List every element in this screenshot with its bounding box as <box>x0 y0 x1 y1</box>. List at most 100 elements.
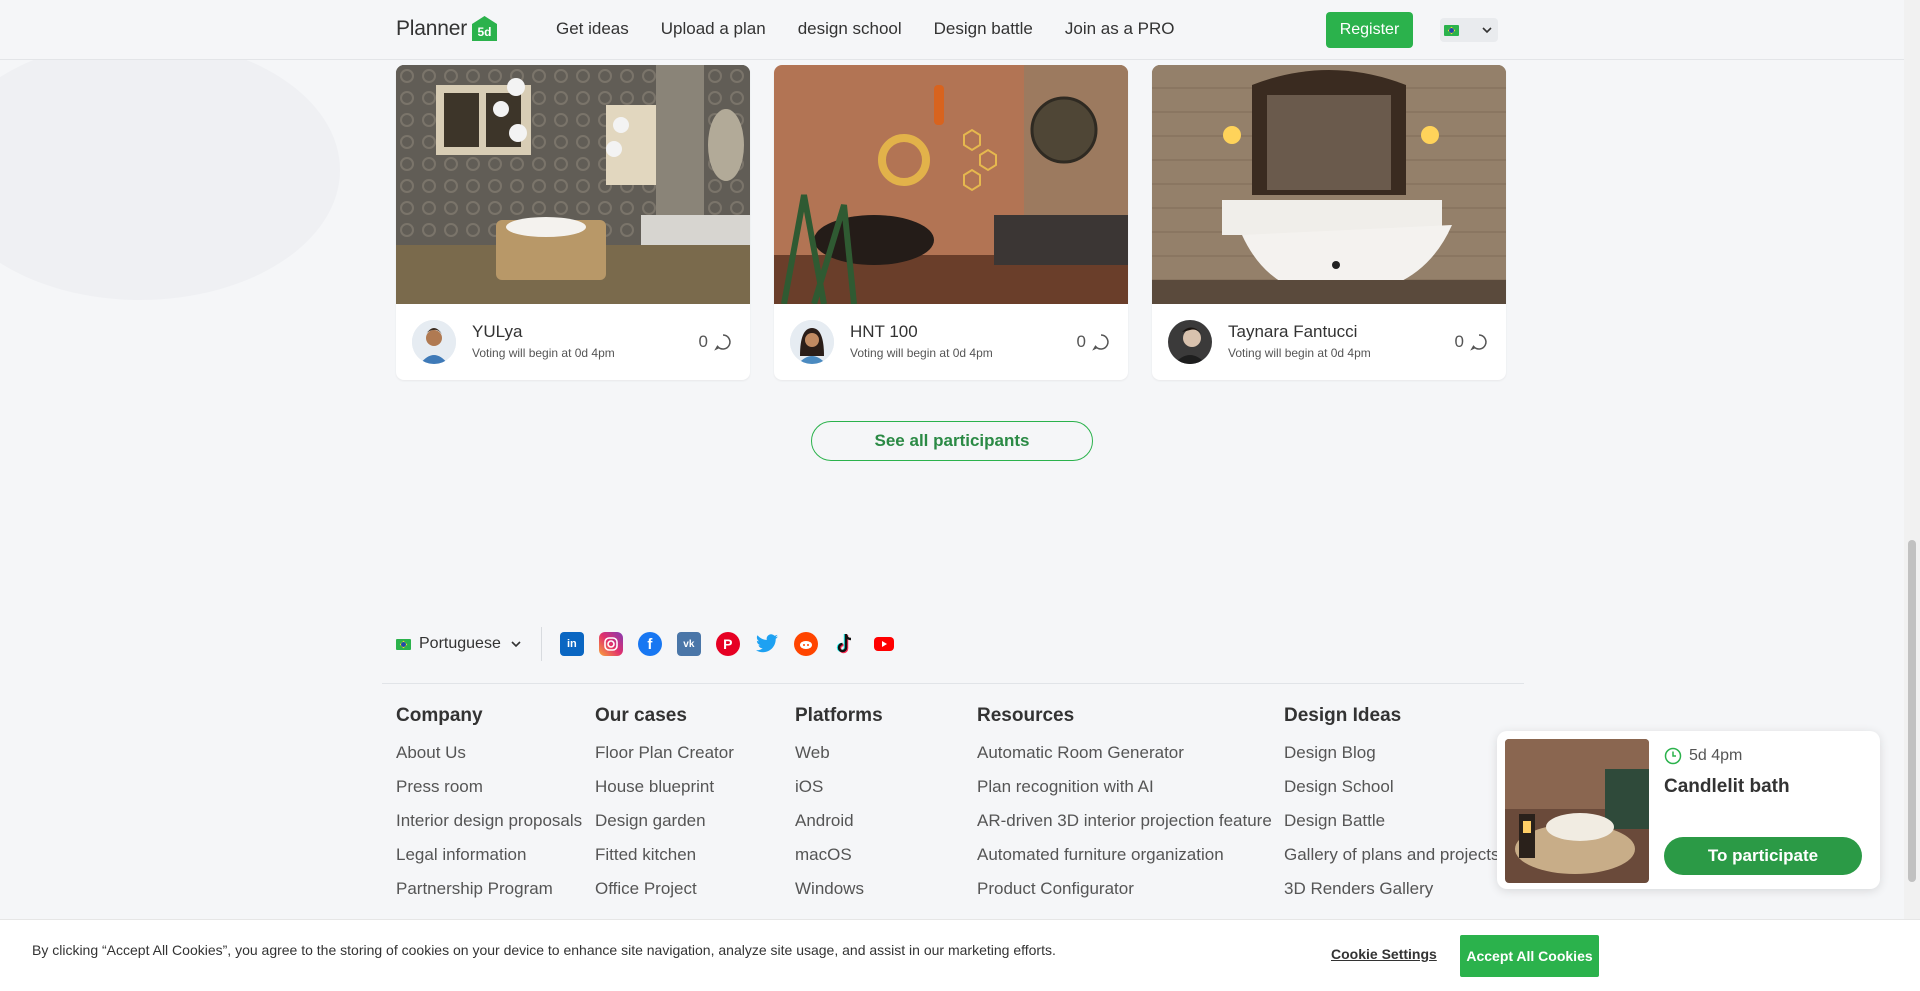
clock-icon <box>1664 747 1682 765</box>
instagram-icon[interactable] <box>598 632 623 656</box>
footer-top: Portuguese in f vk P <box>396 627 896 661</box>
language-switcher[interactable] <box>1440 18 1498 42</box>
logo-mark-icon: 5d <box>470 14 499 43</box>
footer-link[interactable]: Office Project <box>595 879 734 899</box>
voting-note: Voting will begin at 0d 4pm <box>472 346 615 360</box>
main-nav: Get ideas Upload a plan design school De… <box>556 19 1175 39</box>
divider <box>540 627 542 661</box>
to-participate-button[interactable]: To participate <box>1664 837 1862 875</box>
author-name[interactable]: HNT 100 <box>850 322 918 342</box>
battle-time: 5d 4pm <box>1689 747 1743 764</box>
footer-link[interactable]: Android <box>795 811 883 831</box>
chevron-down-icon <box>511 641 521 648</box>
footer-link[interactable]: Floor Plan Creator <box>595 743 734 763</box>
reddit-icon[interactable] <box>793 632 818 656</box>
site-header: Planner 5d Get ideas Upload a plan desig… <box>0 0 1904 60</box>
footer-link[interactable]: Design garden <box>595 811 734 831</box>
footer-link[interactable]: Plan recognition with AI <box>977 777 1272 797</box>
see-all-participants-button[interactable]: See all participants <box>811 421 1093 461</box>
avatar[interactable] <box>1168 320 1212 364</box>
svg-text:5d: 5d <box>477 25 491 39</box>
voting-note: Voting will begin at 0d 4pm <box>1228 346 1371 360</box>
footer-column-title: Design Ideas <box>1284 705 1402 726</box>
footer-link[interactable]: 3D Renders Gallery <box>1284 879 1499 899</box>
logo-text: Planner <box>396 16 467 40</box>
comment-icon <box>1470 334 1487 351</box>
register-button[interactable]: Register <box>1326 12 1413 48</box>
footer-link[interactable]: Design Battle <box>1284 811 1499 831</box>
footer-link[interactable]: Gallery of plans and projects <box>1284 845 1499 865</box>
render-image[interactable] <box>1152 65 1506 304</box>
participant-card[interactable]: Taynara Fantucci Voting will begin at 0d… <box>1152 65 1506 380</box>
nav-join-pro[interactable]: Join as a PRO <box>1065 19 1175 39</box>
card-footer: HNT 100 Voting will begin at 0d 4pm 0 <box>774 304 1128 380</box>
language-select[interactable]: Portuguese <box>396 635 523 653</box>
battle-deadline: 5d 4pm <box>1664 747 1742 765</box>
comment-icon <box>1092 334 1109 351</box>
scrollbar[interactable] <box>1904 0 1920 991</box>
accept-all-cookies-button[interactable]: Accept All Cookies <box>1460 935 1599 977</box>
render-image[interactable] <box>396 65 750 304</box>
footer-link[interactable]: Design Blog <box>1284 743 1499 763</box>
footer-column-title: Resources <box>977 705 1075 726</box>
footer-link[interactable]: AR-driven 3D interior projection feature <box>977 811 1272 831</box>
cookie-text: By clicking “Accept All Cookies”, you ag… <box>32 942 1056 958</box>
tiktok-icon[interactable] <box>833 632 857 656</box>
battle-image[interactable] <box>1505 739 1649 883</box>
footer-link[interactable]: Fitted kitchen <box>595 845 734 865</box>
facebook-icon[interactable]: f <box>637 632 662 656</box>
footer-link[interactable]: iOS <box>795 777 883 797</box>
scrollbar-thumb[interactable] <box>1908 540 1916 882</box>
nav-design-school[interactable]: design school <box>798 19 902 39</box>
footer-column-resources: Resources Automatic Room Generator Plan … <box>977 705 1272 913</box>
render-image[interactable] <box>774 65 1128 304</box>
participant-card[interactable]: YULya Voting will begin at 0d 4pm 0 <box>396 65 750 380</box>
voting-note: Voting will begin at 0d 4pm <box>850 346 993 360</box>
footer-link[interactable]: House blueprint <box>595 777 734 797</box>
footer-link[interactable]: Web <box>795 743 883 763</box>
chevron-down-icon <box>1482 27 1492 34</box>
footer-link[interactable]: Automated furniture organization <box>977 845 1272 865</box>
footer-divider <box>382 683 1524 684</box>
footer-link[interactable]: About Us <box>396 743 582 763</box>
youtube-icon[interactable] <box>872 632 896 656</box>
comments-count[interactable]: 0 <box>699 332 732 352</box>
footer-column-company: Company About Us Press room Interior des… <box>396 705 582 913</box>
footer-link[interactable]: Product Configurator <box>977 879 1272 899</box>
nav-design-battle[interactable]: Design battle <box>934 19 1033 39</box>
design-battle-popup: 5d 4pm Candlelit bath To participate <box>1497 731 1880 889</box>
footer-link[interactable]: Partnership Program <box>396 879 582 899</box>
linkedin-icon[interactable]: in <box>559 632 584 656</box>
participant-card[interactable]: HNT 100 Voting will begin at 0d 4pm 0 <box>774 65 1128 380</box>
comment-count-value: 0 <box>1076 332 1086 351</box>
footer-link[interactable]: Windows <box>795 879 883 899</box>
footer-link[interactable]: Legal information <box>396 845 582 865</box>
twitter-icon[interactable] <box>755 632 779 656</box>
author-name[interactable]: Taynara Fantucci <box>1228 322 1357 342</box>
comments-count[interactable]: 0 <box>1077 332 1110 352</box>
language-label: Portuguese <box>419 635 501 652</box>
comment-icon <box>714 334 731 351</box>
comment-count-value: 0 <box>698 332 708 351</box>
footer-link[interactable]: Design School <box>1284 777 1499 797</box>
comments-count[interactable]: 0 <box>1455 332 1488 352</box>
footer-link[interactable]: macOS <box>795 845 883 865</box>
footer-link[interactable]: Interior design proposals <box>396 811 582 831</box>
footer-link[interactable]: Press room <box>396 777 582 797</box>
nav-upload-plan[interactable]: Upload a plan <box>661 19 766 39</box>
author-name[interactable]: YULya <box>472 322 522 342</box>
card-footer: Taynara Fantucci Voting will begin at 0d… <box>1152 304 1506 380</box>
nav-get-ideas[interactable]: Get ideas <box>556 19 629 39</box>
avatar[interactable] <box>790 320 834 364</box>
avatar[interactable] <box>412 320 456 364</box>
background-decoration <box>0 40 340 300</box>
vk-icon[interactable]: vk <box>676 632 701 656</box>
footer-link[interactable]: Automatic Room Generator <box>977 743 1272 763</box>
card-footer: YULya Voting will begin at 0d 4pm 0 <box>396 304 750 380</box>
logo[interactable]: Planner 5d <box>396 14 499 43</box>
cookie-banner: By clicking “Accept All Cookies”, you ag… <box>0 919 1920 991</box>
participants-grid: YULya Voting will begin at 0d 4pm 0 HNT … <box>396 65 1506 380</box>
pinterest-icon[interactable]: P <box>715 632 740 656</box>
cookie-settings-button[interactable]: Cookie Settings <box>1331 946 1437 962</box>
footer-column-platforms: Platforms Web iOS Android macOS Windows <box>795 705 883 913</box>
